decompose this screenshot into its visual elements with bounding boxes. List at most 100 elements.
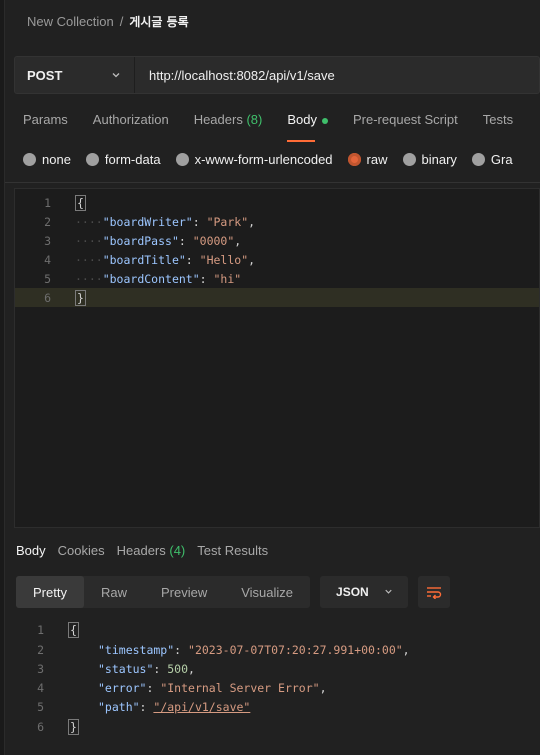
json-comma: , bbox=[248, 214, 256, 229]
tab-label: Tests bbox=[482, 112, 514, 127]
json-value: "Park" bbox=[206, 214, 249, 229]
tab-tests[interactable]: Tests bbox=[483, 112, 513, 132]
json-value: "Internal Server Error" bbox=[160, 680, 320, 695]
body-type-label: raw bbox=[366, 152, 388, 167]
radio-icon bbox=[402, 153, 416, 166]
request-tabs: Params Authorization Headers (8) Body Pr… bbox=[23, 112, 538, 142]
json-value: "Hello" bbox=[199, 252, 249, 267]
json-key: "error" bbox=[98, 680, 147, 695]
code-line: 4 "error": "Internal Server Error", bbox=[14, 678, 327, 697]
response-body-viewer[interactable]: 1 { 2 "timestamp": "2023-07-07T07:20:27.… bbox=[14, 620, 540, 745]
line-number: 4 bbox=[37, 680, 44, 695]
indent-guide: ···· bbox=[75, 214, 103, 229]
line-number: 3 bbox=[37, 661, 44, 676]
tab-label: Authorization bbox=[92, 112, 169, 127]
line-number: 5 bbox=[44, 271, 51, 286]
breadcrumb-separator: / bbox=[119, 13, 124, 29]
view-mode-segmented-control: Pretty Raw Preview Visualize bbox=[16, 576, 311, 608]
request-body-editor[interactable]: 1 { 2 ····"boardWriter": "Park", 3 ····"… bbox=[14, 188, 540, 528]
body-type-none[interactable]: none bbox=[23, 152, 71, 167]
view-mode-preview[interactable]: Preview bbox=[144, 576, 224, 608]
response-tab-cookies[interactable]: Cookies bbox=[58, 543, 105, 558]
json-key: "boardTitle" bbox=[102, 252, 186, 267]
breadcrumb-request-name[interactable]: 게시글 등록 bbox=[129, 13, 188, 30]
close-brace: } bbox=[68, 718, 79, 735]
code-line: 1 { bbox=[15, 193, 539, 212]
body-type-raw[interactable]: raw bbox=[347, 152, 388, 167]
view-mode-raw[interactable]: Raw bbox=[84, 576, 144, 608]
tab-authorization[interactable]: Authorization bbox=[93, 112, 169, 132]
view-mode-pretty[interactable]: Pretty bbox=[16, 576, 84, 608]
format-select[interactable]: JSON bbox=[320, 576, 409, 608]
code-line-active: 6 } bbox=[15, 288, 539, 307]
method-label: POST bbox=[27, 67, 63, 83]
line-number: 5 bbox=[37, 699, 44, 714]
response-tab-body[interactable]: Body bbox=[16, 543, 46, 558]
json-value: 500 bbox=[167, 661, 189, 676]
body-type-urlencoded[interactable]: x-www-form-urlencoded bbox=[175, 152, 333, 167]
line-number: 3 bbox=[44, 233, 51, 248]
json-comma: , bbox=[188, 661, 195, 676]
radio-icon bbox=[23, 153, 36, 166]
wrap-lines-icon bbox=[427, 587, 442, 599]
json-key: "boardPass" bbox=[102, 233, 179, 248]
body-type-label: none bbox=[42, 152, 71, 167]
code-line: 2 "timestamp": "2023-07-07T07:20:27.991+… bbox=[14, 640, 410, 659]
line-number: 1 bbox=[44, 195, 51, 210]
divider bbox=[5, 182, 540, 183]
json-comma: , bbox=[234, 233, 242, 248]
indent-guide: ···· bbox=[75, 252, 103, 267]
json-value: "hi" bbox=[213, 271, 242, 286]
open-brace: { bbox=[75, 194, 86, 211]
body-type-label: binary bbox=[421, 152, 457, 167]
line-number: 6 bbox=[44, 290, 51, 305]
json-key: "boardContent" bbox=[102, 271, 200, 286]
body-type-graphql[interactable]: Gra bbox=[471, 152, 513, 167]
code-line: 5 "path": "/api/v1/save" bbox=[14, 697, 250, 716]
line-number: 2 bbox=[44, 214, 51, 229]
code-line: 6 } bbox=[14, 717, 79, 736]
json-comma: , bbox=[248, 252, 256, 267]
code-line: 2 ····"boardWriter": "Park", bbox=[15, 212, 539, 231]
line-number: 2 bbox=[37, 642, 44, 657]
indent-guide: ···· bbox=[75, 233, 103, 248]
body-type-form-data[interactable]: form-data bbox=[85, 152, 161, 167]
json-comma: , bbox=[402, 642, 410, 657]
json-key: "timestamp" bbox=[98, 642, 175, 657]
chevron-down-icon bbox=[112, 73, 120, 78]
tab-label: Headers bbox=[193, 112, 243, 127]
tab-params[interactable]: Params bbox=[23, 112, 68, 132]
tab-label: Params bbox=[23, 112, 68, 127]
response-tab-test-results[interactable]: Test Results bbox=[197, 543, 268, 558]
json-key: "status" bbox=[98, 661, 154, 676]
breadcrumb-collection[interactable]: New Collection bbox=[27, 14, 114, 29]
sidebar-edge bbox=[0, 0, 5, 755]
chevron-down-icon bbox=[385, 589, 392, 594]
body-type-binary[interactable]: binary bbox=[402, 152, 457, 167]
view-mode-visualize[interactable]: Visualize bbox=[224, 576, 310, 608]
tab-body[interactable]: Body bbox=[287, 112, 328, 142]
breadcrumb: New Collection / 게시글 등록 bbox=[5, 0, 540, 42]
url-input[interactable]: http://localhost:8082/api/v1/save bbox=[135, 68, 335, 83]
json-value-link[interactable]: "/api/v1/save" bbox=[153, 700, 250, 714]
json-value: "0000" bbox=[192, 233, 235, 248]
modified-dot bbox=[321, 117, 328, 124]
method-select[interactable]: POST bbox=[15, 57, 135, 93]
tab-pre-request-script[interactable]: Pre-request Script bbox=[353, 112, 458, 132]
json-comma: , bbox=[319, 680, 327, 695]
open-brace: { bbox=[68, 621, 79, 638]
tab-label: Pre-request Script bbox=[352, 112, 458, 127]
code-line: 4 ····"boardTitle": "Hello", bbox=[15, 250, 539, 269]
line-number: 4 bbox=[44, 252, 51, 267]
tab-headers[interactable]: Headers (8) bbox=[194, 112, 263, 132]
tab-count: (4) bbox=[169, 543, 186, 558]
radio-icon bbox=[85, 153, 99, 166]
request-url-bar: POST http://localhost:8082/api/v1/save bbox=[14, 56, 540, 94]
code-line: 5 ····"boardContent": "hi" bbox=[15, 269, 539, 288]
response-tab-headers[interactable]: Headers (4) bbox=[117, 543, 186, 558]
json-key: "boardWriter" bbox=[102, 214, 193, 229]
radio-icon bbox=[471, 153, 485, 166]
wrap-lines-button[interactable] bbox=[418, 576, 451, 608]
json-key: "path" bbox=[98, 699, 140, 714]
radio-selected-icon bbox=[347, 153, 361, 166]
